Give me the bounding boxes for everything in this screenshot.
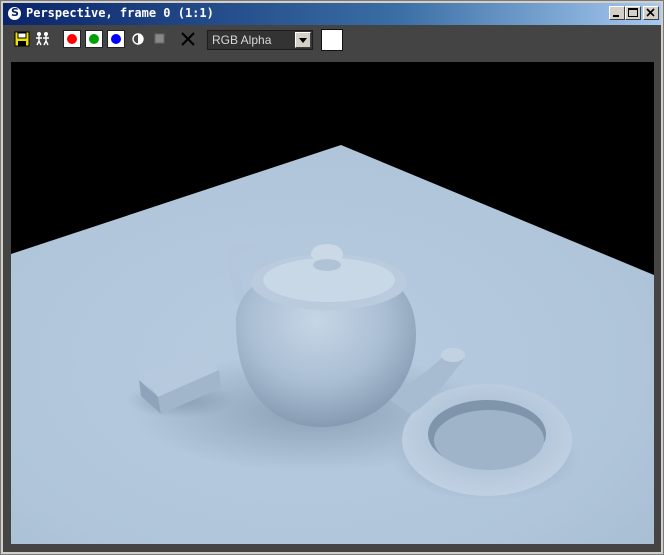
render-window: Perspective, frame 0 (1:1) bbox=[0, 0, 664, 555]
title-bar[interactable]: Perspective, frame 0 (1:1) bbox=[3, 3, 661, 25]
save-button[interactable] bbox=[13, 30, 31, 48]
floppy-disk-icon bbox=[14, 31, 30, 47]
chevron-down-icon[interactable] bbox=[295, 32, 311, 48]
minimize-button[interactable] bbox=[609, 6, 625, 20]
maximize-button[interactable] bbox=[625, 6, 641, 20]
app-icon[interactable] bbox=[7, 6, 22, 21]
rendered-image bbox=[11, 62, 654, 544]
maximize-icon bbox=[628, 8, 638, 17]
close-icon bbox=[646, 8, 655, 17]
channel-select[interactable]: RGB Alpha bbox=[207, 30, 313, 50]
clone-window-button[interactable] bbox=[34, 30, 52, 48]
color-swatch[interactable] bbox=[321, 29, 343, 51]
close-button[interactable] bbox=[643, 6, 659, 20]
half-circle-icon bbox=[132, 33, 144, 45]
channel-select-value: RGB Alpha bbox=[212, 33, 272, 47]
blue-dot-icon bbox=[111, 34, 121, 44]
green-channel-toggle[interactable] bbox=[85, 30, 103, 48]
monochrome-toggle[interactable] bbox=[129, 30, 147, 48]
red-dot-icon bbox=[67, 34, 77, 44]
red-channel-toggle[interactable] bbox=[63, 30, 81, 48]
alpha-toggle[interactable] bbox=[151, 30, 169, 48]
render-scene bbox=[11, 145, 654, 544]
minimize-icon bbox=[613, 15, 619, 17]
blue-channel-toggle[interactable] bbox=[107, 30, 125, 48]
clone-people-icon bbox=[36, 32, 49, 46]
square-icon bbox=[154, 33, 165, 44]
clear-button[interactable] bbox=[179, 30, 197, 48]
green-dot-icon bbox=[89, 34, 99, 44]
render-toolbar: RGB Alpha bbox=[3, 25, 661, 55]
window-title: Perspective, frame 0 (1:1) bbox=[26, 6, 214, 20]
x-icon bbox=[181, 32, 195, 46]
